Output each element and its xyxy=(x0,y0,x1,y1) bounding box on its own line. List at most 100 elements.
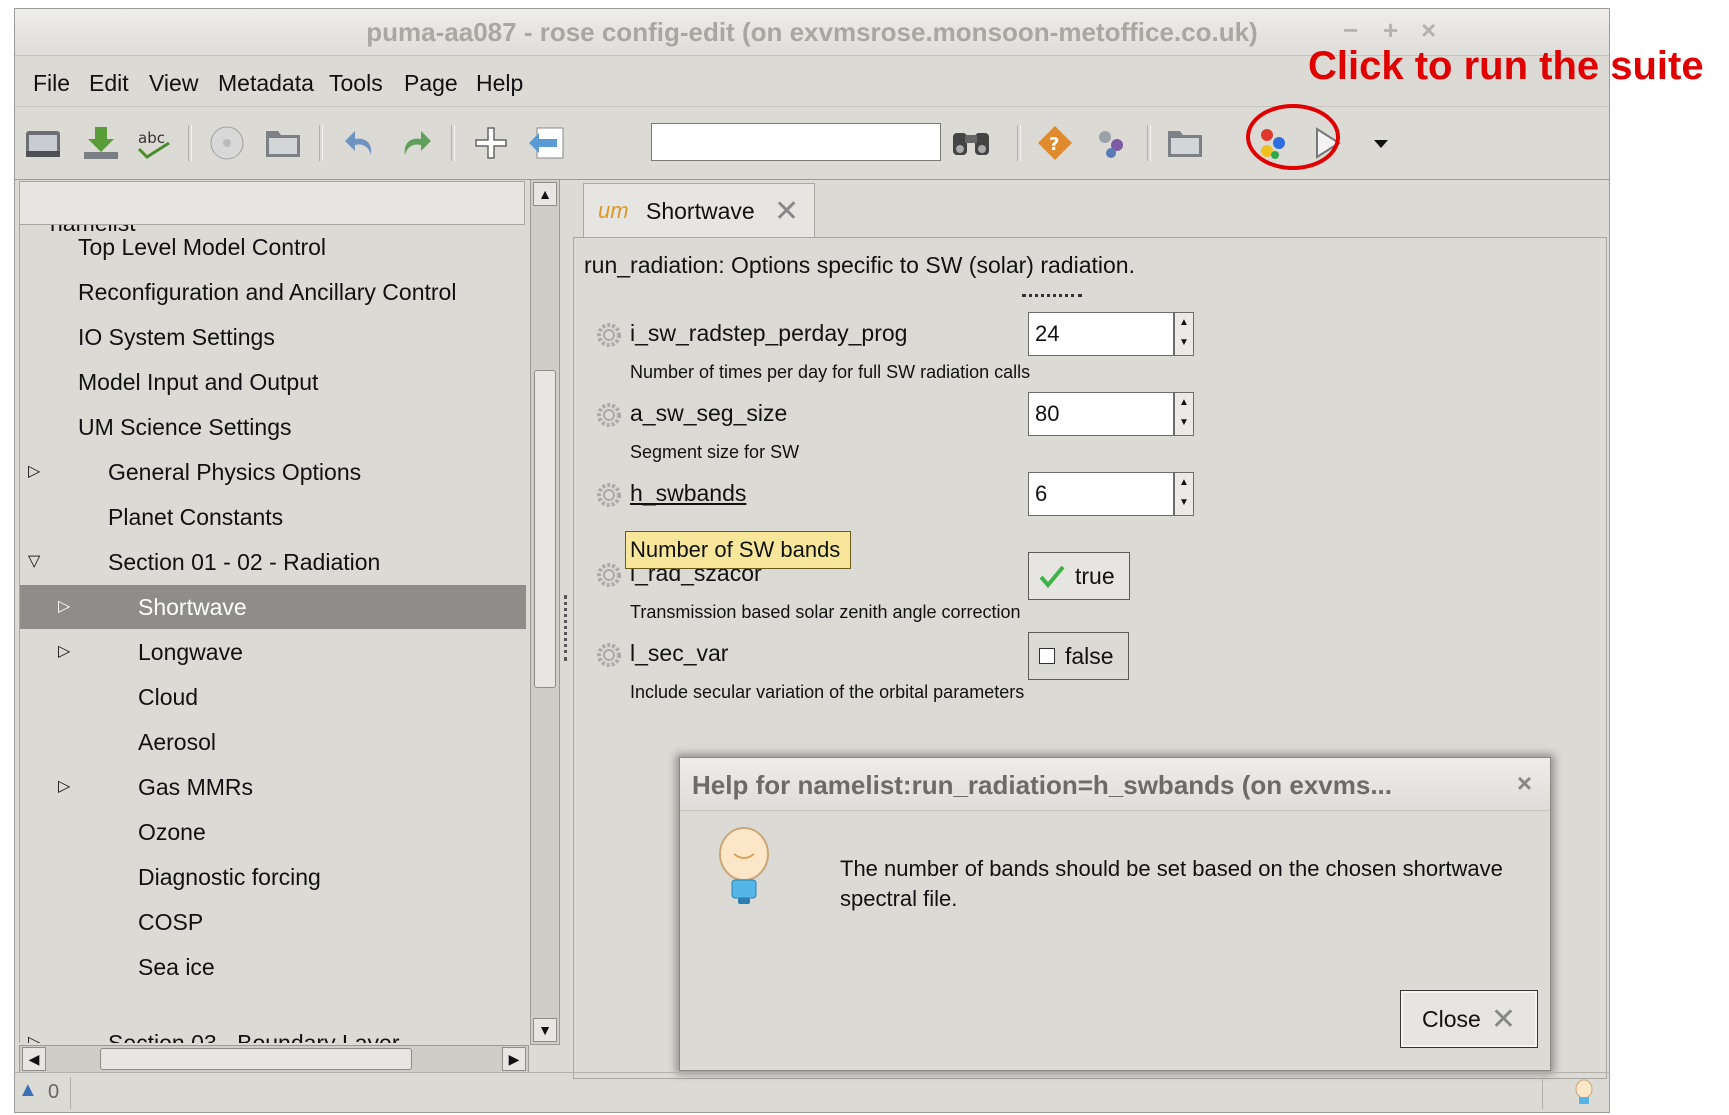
status-bar: ▲ 0 xyxy=(14,1072,1610,1113)
disc-icon[interactable] xyxy=(205,123,249,163)
tree-item-aerosol[interactable]: Aerosol xyxy=(20,720,526,764)
tree-item-um-science-settings[interactable]: UM Science Settings xyxy=(20,405,526,449)
toolbar-separator xyxy=(1147,125,1151,161)
pane-splitter[interactable] xyxy=(564,595,571,661)
tree-item-ozone[interactable]: Ozone xyxy=(20,810,526,854)
setting-desc-l-sec-var: Include secular variation of the orbital… xyxy=(630,682,1025,702)
tree-item-radiation[interactable]: ▽ Section 01 - 02 - Radiation xyxy=(20,540,526,584)
tree-item-cosp[interactable]: COSP xyxy=(20,900,526,944)
tree-item-model-input-output[interactable]: Model Input and Output xyxy=(20,360,526,404)
tree-item-reconfiguration[interactable]: Reconfiguration and Ancillary Control xyxy=(20,270,526,314)
gear-icon[interactable] xyxy=(594,400,624,430)
l-sec-var-toggle[interactable]: false xyxy=(1028,632,1129,680)
save-icon[interactable] xyxy=(79,123,123,163)
gear-icon[interactable] xyxy=(594,640,624,670)
scroll-right-arrow-icon[interactable]: ▶ xyxy=(502,1047,526,1071)
menu-help[interactable]: Help xyxy=(476,70,523,97)
tree-item-boundary-layer[interactable]: ▷ Section 03 - Boundary Layer xyxy=(20,1021,526,1043)
expand-arrow-icon[interactable]: ▷ xyxy=(28,450,40,494)
gear-icon[interactable] xyxy=(594,560,624,590)
tree-item-general-physics[interactable]: ▷ General Physics Options xyxy=(20,450,526,494)
resize-handle[interactable] xyxy=(1022,294,1082,297)
minimize-button[interactable]: − xyxy=(1343,15,1358,46)
tree-item-top-level-model-control[interactable]: Top Level Model Control xyxy=(20,225,526,269)
window-close-button[interactable]: × xyxy=(1421,15,1436,46)
status-separator xyxy=(1542,1077,1543,1109)
spinner-arrows-icon[interactable]: ▲ ▼ xyxy=(1174,312,1194,356)
expand-arrow-icon[interactable]: ▷ xyxy=(58,585,70,629)
menu-tools[interactable]: Tools xyxy=(329,70,383,97)
spinner-entry[interactable]: 80 xyxy=(1028,392,1174,436)
tree-item-gas-mmrs[interactable]: ▷ Gas MMRs xyxy=(20,765,526,809)
close-x-icon: ✕ xyxy=(1490,1002,1516,1036)
folder-icon[interactable] xyxy=(261,123,305,163)
lightbulb-icon xyxy=(719,827,769,904)
menu-view[interactable]: View xyxy=(149,70,198,97)
search-input[interactable] xyxy=(651,123,941,161)
close-button[interactable]: Close ✕ xyxy=(1400,990,1538,1048)
expand-arrow-icon[interactable]: ▷ xyxy=(58,630,70,674)
expand-arrow-icon[interactable]: ▷ xyxy=(58,765,70,809)
close-button-label: Close xyxy=(1422,1005,1481,1032)
toolbar-separator xyxy=(1017,125,1021,161)
maximize-button[interactable]: + xyxy=(1383,15,1398,46)
dropdown-arrow-icon[interactable] xyxy=(1359,123,1403,163)
folder-icon[interactable] xyxy=(1163,123,1207,163)
spinner-entry[interactable]: 6 xyxy=(1028,472,1174,516)
tree-item-io-system-settings[interactable]: IO System Settings xyxy=(20,315,526,359)
toolbar-separator xyxy=(451,125,455,161)
annotation-circle xyxy=(1246,104,1340,170)
toolbar-separator xyxy=(188,125,192,161)
tree-item-longwave[interactable]: ▷ Longwave xyxy=(20,630,526,674)
tree-horizontal-scrollbar[interactable]: ◀ ▶ xyxy=(19,1045,529,1073)
toggle-value: false xyxy=(1065,642,1114,669)
scroll-down-arrow-icon[interactable]: ▼ xyxy=(533,1018,557,1042)
spinner-arrows-icon[interactable]: ▲ ▼ xyxy=(1174,392,1194,436)
scroll-up-arrow-icon[interactable]: ▲ xyxy=(533,182,557,206)
h-swbands-spinner[interactable]: 6 ▲ ▼ xyxy=(1028,472,1196,516)
tree-item-cloud[interactable]: Cloud xyxy=(20,675,526,719)
tree-item-sea-ice[interactable]: Sea ice xyxy=(20,945,526,989)
redo-icon[interactable] xyxy=(393,123,437,163)
menu-file[interactable]: File xyxy=(33,70,70,97)
setting-desc-a-sw-seg-size: Segment size for SW xyxy=(630,442,800,462)
menu-page[interactable]: Page xyxy=(404,70,458,97)
menu-metadata[interactable]: Metadata xyxy=(218,70,314,97)
menu-edit[interactable]: Edit xyxy=(89,70,129,97)
tree-item-planet-constants[interactable]: Planet Constants xyxy=(20,495,526,539)
i-sw-radstep-spinner[interactable]: 24 ▲ ▼ xyxy=(1028,312,1196,356)
dialog-close-icon[interactable]: × xyxy=(1517,768,1532,799)
scroll-left-arrow-icon[interactable]: ◀ xyxy=(22,1047,46,1071)
svg-text:?: ? xyxy=(1049,134,1059,155)
setting-name-h-swbands[interactable]: h_swbands xyxy=(630,480,746,507)
undo-icon[interactable] xyxy=(339,123,383,163)
scrollbar-thumb[interactable] xyxy=(100,1048,412,1070)
macro-icon[interactable] xyxy=(1089,123,1133,163)
expand-arrow-icon[interactable]: ▷ xyxy=(28,1021,40,1043)
spinner-entry[interactable]: 24 xyxy=(1028,312,1174,356)
checkmark-icon xyxy=(1039,565,1065,588)
scrollbar-thumb[interactable] xyxy=(534,370,556,688)
open-folder-icon[interactable] xyxy=(21,123,65,163)
revert-icon[interactable] xyxy=(525,123,569,163)
add-icon[interactable] xyxy=(469,123,513,163)
gear-icon[interactable] xyxy=(594,480,624,510)
help-dialog: Help for namelist:run_radiation=h_swband… xyxy=(679,757,1551,1071)
tree-item-diagnostic-forcing[interactable]: Diagnostic forcing xyxy=(20,855,526,899)
warning-diamond-icon[interactable]: ? xyxy=(1033,123,1077,163)
tree-vertical-scrollbar[interactable]: ▲ ▼ xyxy=(530,179,560,1045)
tab-close-icon[interactable]: ✕ xyxy=(774,194,799,229)
spinner-arrows-icon[interactable]: ▲ ▼ xyxy=(1174,472,1194,516)
tab-shortwave[interactable]: um Shortwave ✕ xyxy=(583,183,815,239)
find-icon[interactable] xyxy=(949,123,993,163)
gear-icon[interactable] xyxy=(594,320,624,350)
tree-item-shortwave[interactable]: ▷ Shortwave xyxy=(20,585,526,629)
dialog-title-bar[interactable]: Help for namelist:run_radiation=h_swband… xyxy=(680,758,1550,811)
lightbulb-icon[interactable] xyxy=(1574,1079,1594,1107)
l-rad-szacor-toggle[interactable]: true xyxy=(1028,552,1130,600)
collapse-arrow-icon[interactable]: ▽ xyxy=(28,540,40,584)
a-sw-seg-size-spinner[interactable]: 80 ▲ ▼ xyxy=(1028,392,1196,436)
check-spelling-icon[interactable]: abc xyxy=(133,123,177,163)
alert-icon[interactable]: ▲ xyxy=(18,1079,38,1102)
setting-name-i-sw-radstep: i_sw_radstep_perday_prog xyxy=(630,320,908,346)
